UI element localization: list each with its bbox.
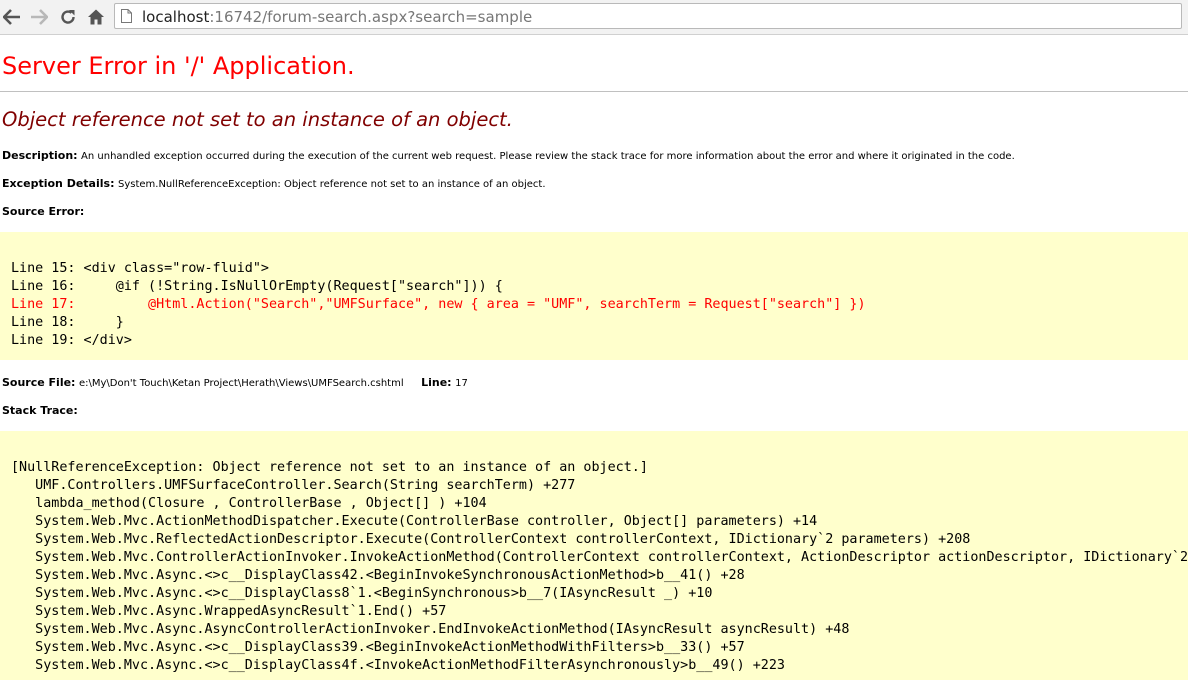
stack-trace-line: System.Web.Mvc.Async.AsyncControllerActi… [11, 622, 850, 637]
exception-details-line: Exception Details: System.NullReferenceE… [2, 177, 546, 190]
source-line: Line 18: } [11, 315, 124, 330]
stack-trace-line: UMF.Controllers.UMFSurfaceController.Sea… [11, 478, 576, 493]
browser-toolbar: localhost:16742/forum-search.aspx?search… [0, 0, 1188, 35]
back-arrow-icon[interactable] [2, 7, 22, 27]
source-error-box: Line 15: <div class="row-fluid"> Line 16… [0, 232, 1188, 360]
source-file-line: Source File: e:\My\Don't Touch\Ketan Pro… [2, 376, 468, 389]
description-text: An unhandled exception occurred during t… [81, 151, 1015, 162]
source-line: Line 16: @if (!String.IsNullOrEmpty(Requ… [11, 279, 503, 294]
stack-trace-line: System.Web.Mvc.Async.<>c__DisplayClass4f… [11, 658, 785, 673]
stack-trace-line: System.Web.Mvc.Async.WrappedAsyncResult`… [11, 604, 447, 619]
url-text[interactable]: localhost:16742/forum-search.aspx?search… [142, 8, 532, 26]
forward-arrow-icon[interactable] [29, 7, 49, 27]
stack-trace-heading: Stack Trace: [2, 404, 78, 417]
error-message: Object reference not set to an instance … [2, 108, 513, 131]
stack-trace-line: System.Web.Mvc.Async.<>c__DisplayClass39… [11, 640, 745, 655]
divider [0, 91, 1188, 92]
stack-trace-box: [NullReferenceException: Object referenc… [0, 431, 1188, 680]
stack-trace-line: lambda_method(Closure , ControllerBase ,… [11, 496, 487, 511]
stack-trace-line: System.Web.Mvc.ActionMethodDispatcher.Ex… [11, 514, 818, 529]
source-line: Line 15: <div class="row-fluid"> [11, 261, 269, 276]
stack-trace-line: System.Web.Mvc.Async.<>c__DisplayClass42… [11, 568, 745, 583]
exception-label: Exception Details: [2, 177, 115, 190]
stack-trace-line: System.Web.Mvc.Async.<>c__DisplayClass8`… [11, 586, 713, 601]
description-line: Description: An unhandled exception occu… [2, 149, 1015, 162]
page-title: Server Error in '/' Application. [2, 52, 355, 80]
page-icon [121, 9, 132, 23]
source-file-path: e:\My\Don't Touch\Ketan Project\Herath\V… [78, 378, 404, 389]
source-line: Line 19: </div> [11, 333, 132, 348]
exception-text: System.NullReferenceException: Object re… [117, 179, 546, 190]
line-label: Line: [421, 376, 452, 389]
stack-trace-line: System.Web.Mvc.ControllerActionInvoker.I… [11, 550, 1188, 565]
stack-trace-line: [NullReferenceException: Object referenc… [11, 460, 648, 475]
reload-icon[interactable] [58, 7, 78, 27]
source-line-highlighted: Line 17: @Html.Action("Search","UMFSurfa… [11, 297, 866, 312]
address-bar[interactable]: localhost:16742/forum-search.aspx?search… [114, 3, 1182, 29]
line-number: 17 [455, 378, 468, 389]
source-error-heading: Source Error: [2, 205, 85, 218]
error-page: Server Error in '/' Application. Object … [0, 35, 1188, 680]
stack-trace-line: System.Web.Mvc.ReflectedActionDescriptor… [11, 532, 971, 547]
source-file-label: Source File: [2, 376, 76, 389]
home-icon[interactable] [86, 7, 106, 27]
description-label: Description: [2, 149, 78, 162]
